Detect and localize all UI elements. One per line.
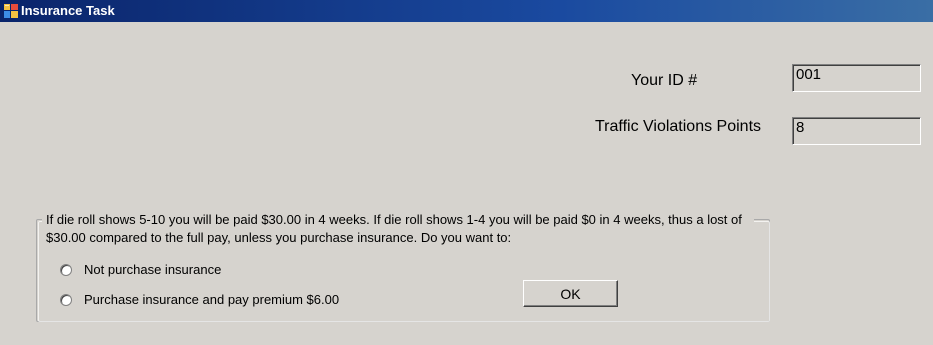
app-window-icon [4,4,18,18]
ok-button[interactable]: OK [523,280,618,307]
purchase-insurance-option[interactable]: Purchase insurance and pay premium $6.00 [60,292,339,308]
purchase-insurance-label: Purchase insurance and pay premium $6.00 [84,292,340,307]
radio-button-icon[interactable] [60,294,72,306]
insurance-task-window: Insurance Task Your ID # 001 Traffic Vio… [0,0,933,345]
not-purchase-insurance-label: Not purchase insurance [84,262,222,277]
traffic-points-label: Traffic Violations Points [595,118,762,135]
insurance-prompt-text: If die roll shows 5-10 you will be paid … [42,211,754,247]
not-purchase-insurance-option[interactable]: Not purchase insurance [60,262,221,278]
radio-button-icon[interactable] [60,264,72,276]
window-title: Insurance Task [21,3,115,18]
title-bar: Insurance Task [0,0,933,22]
traffic-points-field[interactable]: 8 [792,117,921,145]
id-label: Your ID # [631,72,698,89]
id-field[interactable]: 001 [792,64,921,92]
